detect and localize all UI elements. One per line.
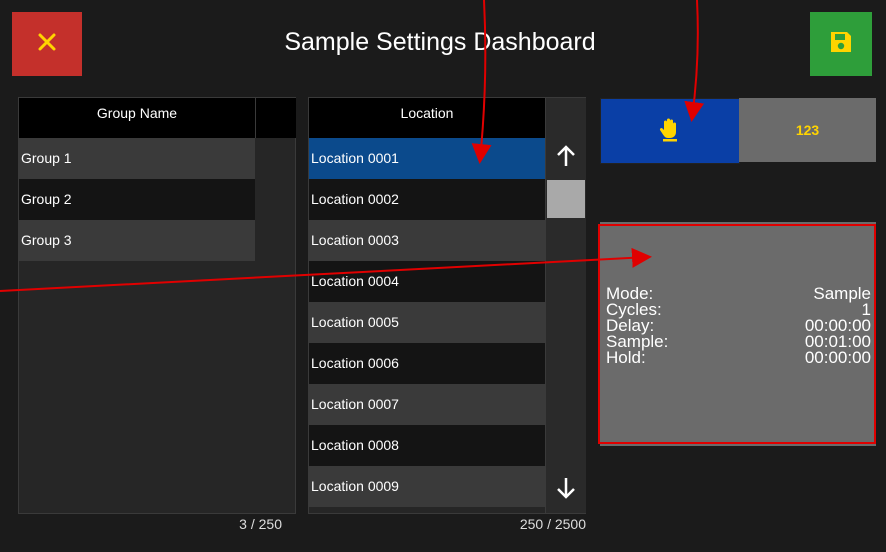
annotation-arrow-info — [0, 247, 652, 292]
annotation-arrow-location — [471, 0, 492, 164]
annotation-arrow-hand — [684, 0, 705, 122]
annotation-arrows — [0, 0, 705, 292]
